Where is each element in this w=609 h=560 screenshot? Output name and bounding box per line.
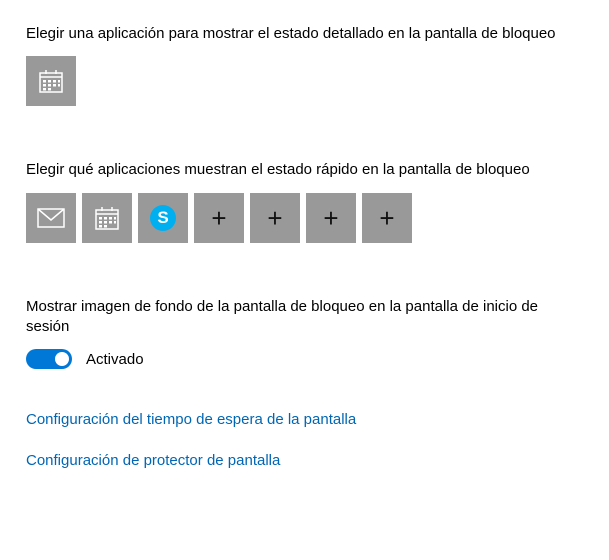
plus-icon: + bbox=[379, 205, 394, 231]
quick-app-slot-skype[interactable]: S bbox=[138, 193, 188, 243]
detailed-status-row bbox=[26, 56, 585, 106]
background-toggle[interactable] bbox=[26, 349, 72, 369]
quick-app-slot-calendar[interactable] bbox=[82, 193, 132, 243]
plus-icon: + bbox=[267, 205, 282, 231]
detailed-status-label: Elegir una aplicación para mostrar el es… bbox=[26, 24, 566, 44]
mail-icon bbox=[37, 208, 65, 228]
quick-status-label: Elegir qué aplicaciones muestran el esta… bbox=[26, 160, 566, 180]
quick-app-slot-add-4[interactable]: + bbox=[362, 193, 412, 243]
screen-timeout-link[interactable]: Configuración del tiempo de espera de la… bbox=[26, 411, 356, 428]
background-toggle-row: Activado bbox=[26, 349, 585, 369]
toggle-knob bbox=[55, 352, 69, 366]
quick-status-row: S + + + + bbox=[26, 193, 585, 243]
quick-app-slot-mail[interactable] bbox=[26, 193, 76, 243]
calendar-icon bbox=[38, 68, 64, 94]
plus-icon: + bbox=[323, 205, 338, 231]
quick-app-slot-add-2[interactable]: + bbox=[250, 193, 300, 243]
background-toggle-label: Mostrar imagen de fondo de la pantalla d… bbox=[26, 297, 566, 338]
calendar-icon bbox=[94, 205, 120, 231]
background-toggle-state: Activado bbox=[86, 351, 144, 368]
plus-icon: + bbox=[211, 205, 226, 231]
screensaver-settings-link[interactable]: Configuración de protector de pantalla bbox=[26, 452, 280, 469]
quick-app-slot-add-1[interactable]: + bbox=[194, 193, 244, 243]
quick-app-slot-add-3[interactable]: + bbox=[306, 193, 356, 243]
skype-icon: S bbox=[150, 205, 176, 231]
detailed-app-slot-calendar[interactable] bbox=[26, 56, 76, 106]
